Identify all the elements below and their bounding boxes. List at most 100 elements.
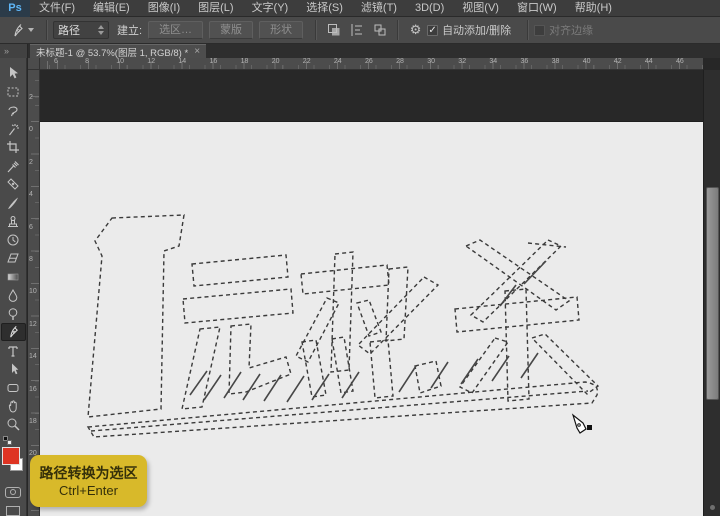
gradient-tool[interactable]: [1, 267, 26, 285]
clone-stamp-icon: [6, 214, 20, 228]
make-shape-button[interactable]: 形状: [259, 21, 303, 39]
ants-sha-stem: [505, 289, 529, 401]
menu-item[interactable]: 选择(S): [297, 0, 352, 17]
brush-tool[interactable]: [1, 193, 26, 211]
menu-item[interactable]: 编辑(E): [84, 0, 139, 17]
toolbox-collapse-toggle[interactable]: »: [0, 44, 27, 58]
magic-wand-tool[interactable]: [1, 119, 26, 137]
ants-miao-shao-sweep: [358, 277, 438, 354]
auto-add-delete-checkbox[interactable]: ✓: [427, 25, 438, 36]
scrollbar-grip-icon: [710, 505, 715, 510]
canvas[interactable]: [40, 70, 703, 516]
zoom-tool[interactable]: [1, 415, 26, 433]
scrollbar-thumb[interactable]: [706, 187, 719, 400]
ruler-number: 26: [365, 58, 373, 65]
ruler-number: 16: [29, 386, 37, 393]
quick-mask-button[interactable]: [5, 487, 21, 499]
tool-mode-select[interactable]: 路径: [53, 21, 109, 39]
marching-ants-selection: [40, 70, 703, 516]
ants-sha-bar: [455, 297, 579, 332]
align-edges-checkbox[interactable]: [534, 25, 545, 36]
ants-yuan-bar1: [192, 255, 288, 286]
lasso-tool[interactable]: [1, 101, 26, 119]
tooltip-shortcut: Ctrl+Enter: [59, 482, 118, 499]
path-operations-icon[interactable]: [325, 22, 342, 39]
ruler-number: 44: [645, 58, 653, 65]
gradient-icon: [6, 270, 20, 284]
ants-miao-descender: [370, 340, 393, 398]
eraser-tool[interactable]: [1, 249, 26, 267]
vertical-scrollbar[interactable]: [703, 70, 720, 516]
ruler-number: 32: [458, 58, 466, 65]
make-selection-button[interactable]: 选区…: [148, 21, 203, 39]
menu-item[interactable]: 图像(I): [139, 0, 189, 17]
history-brush-icon: [6, 233, 20, 247]
eyedropper-icon: [6, 159, 20, 173]
foreground-color-swatch[interactable]: [2, 447, 20, 465]
menu-item[interactable]: 文字(Y): [243, 0, 298, 17]
ruler-number: 46: [676, 58, 684, 65]
ruler-number: 4: [29, 191, 33, 198]
separator: [315, 20, 316, 40]
ants-swoosh-mid: [91, 391, 588, 431]
type-tool[interactable]: [1, 341, 26, 359]
hand-tool[interactable]: [1, 397, 26, 415]
tooltip-text: 路径转换为选区: [40, 464, 138, 482]
ruler-number: 6: [54, 58, 58, 65]
marquee-tool[interactable]: [1, 82, 26, 100]
ants-miao-dot: [357, 300, 381, 336]
tool-mode-value: 路径: [58, 22, 80, 38]
ruler-number: 20: [272, 58, 280, 65]
make-label: 建立:: [117, 22, 142, 38]
dodge-tool[interactable]: [1, 304, 26, 322]
healing-brush-icon: [6, 177, 20, 191]
tool-options-bar: 路径 建立: 选区… 蒙版 形状 ⚙ ✓ 自动添加/删除 对齐边缘: [0, 17, 720, 44]
make-mask-button[interactable]: 蒙版: [209, 21, 253, 39]
menu-item[interactable]: 帮助(H): [566, 0, 621, 17]
healing-brush-tool[interactable]: [1, 175, 26, 193]
clone-stamp-tool[interactable]: [1, 212, 26, 230]
eraser-icon: [6, 251, 20, 265]
menu-item[interactable]: 滤镜(T): [352, 0, 406, 17]
menu-item[interactable]: 图层(L): [189, 0, 242, 17]
move-tool[interactable]: [1, 64, 26, 82]
history-brush-tool[interactable]: [1, 230, 26, 248]
eyedropper-tool[interactable]: [1, 156, 26, 174]
ruler-number: 30: [427, 58, 435, 65]
menu-item[interactable]: 窗口(W): [508, 0, 566, 17]
menu-item[interactable]: 文件(F): [30, 0, 84, 17]
tool-preset-picker[interactable]: [0, 23, 40, 38]
gear-icon[interactable]: ⚙: [407, 22, 424, 39]
path-arrange-icon[interactable]: [371, 22, 388, 39]
ruler-number: 36: [521, 58, 529, 65]
crop-icon: [6, 140, 20, 154]
crop-tool[interactable]: [1, 138, 26, 156]
dodge-icon: [6, 307, 20, 321]
blur-icon: [6, 288, 20, 302]
path-align-icon[interactable]: [348, 22, 365, 39]
magic-wand-icon: [6, 122, 20, 136]
ruler-number: 22: [303, 58, 311, 65]
screen-mode-button[interactable]: [6, 506, 20, 516]
vertical-ruler: 202468101214161820: [28, 70, 40, 516]
menu-item[interactable]: 视图(V): [453, 0, 508, 17]
blur-tool[interactable]: [1, 286, 26, 304]
ruler-number: 8: [29, 256, 33, 263]
ants-sha-hook: [415, 361, 441, 393]
ruler-number: 18: [241, 58, 249, 65]
path-to-selection-tooltip: 路径转换为选区 Ctrl+Enter: [30, 455, 147, 507]
close-icon[interactable]: ×: [194, 47, 200, 57]
photoshop-window: Ps 文件(F)编辑(E)图像(I)图层(L)文字(Y)选择(S)滤镜(T)3D…: [0, 0, 720, 516]
ruler-number: 14: [29, 353, 37, 360]
document-tab[interactable]: 未标题-1 @ 53.7%(图层 1, RGB/8) * ×: [30, 44, 206, 58]
ruler-number: 2: [29, 94, 33, 101]
shape-tool[interactable]: [1, 378, 26, 396]
zoom-icon: [6, 417, 20, 431]
ruler-number: 16: [210, 58, 218, 65]
pen-tool[interactable]: [1, 323, 26, 342]
pen-icon: [6, 325, 20, 339]
ruler-number: 38: [552, 58, 560, 65]
path-selection-tool[interactable]: [1, 360, 26, 378]
menu-item[interactable]: 3D(D): [406, 0, 453, 17]
menu-items: 文件(F)编辑(E)图像(I)图层(L)文字(Y)选择(S)滤镜(T)3D(D)…: [30, 0, 621, 17]
